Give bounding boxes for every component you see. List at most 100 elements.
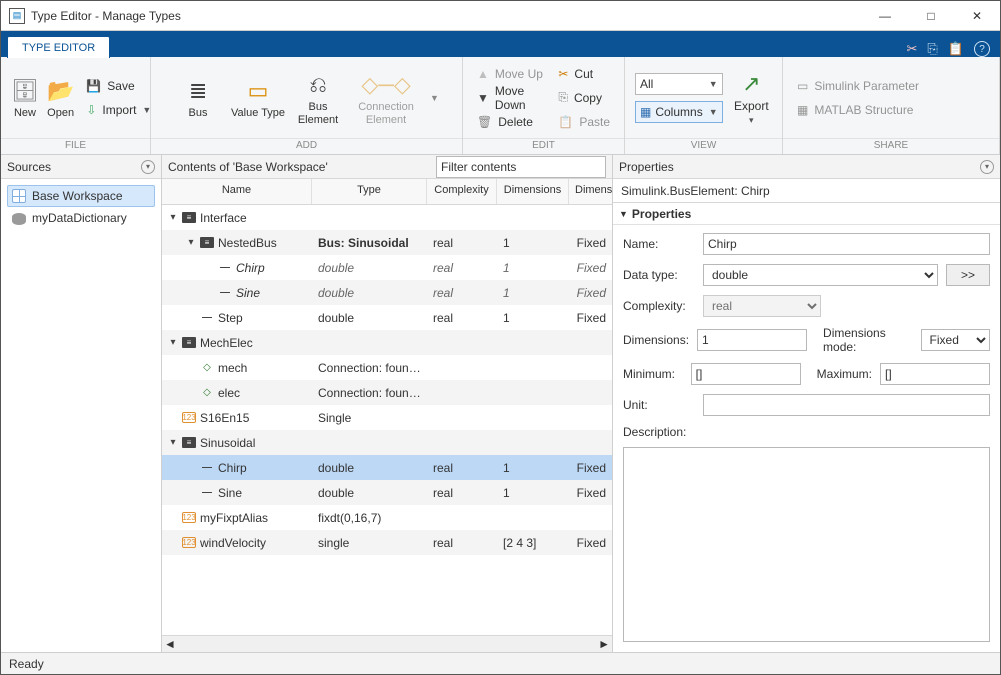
- complexity-select[interactable]: real: [703, 295, 821, 317]
- table-row[interactable]: 123myFixptAliasfixdt(0,16,7): [162, 505, 612, 530]
- title-bar: ▤ Type Editor - Manage Types — □ ✕: [1, 1, 1000, 31]
- collapse-icon[interactable]: ▾: [141, 160, 155, 174]
- toggle-icon[interactable]: ▾: [168, 337, 178, 348]
- conn-icon: ◇: [200, 387, 214, 398]
- ribbon-tab-strip: TYPE EDITOR ✂ ⎘ 📋 ?: [1, 31, 1000, 57]
- col-type[interactable]: Type: [312, 179, 427, 204]
- table-row[interactable]: —Stepdoublereal1Fixed: [162, 305, 612, 330]
- triangle-down-icon: ▼: [619, 209, 628, 219]
- collapse-icon[interactable]: ▾: [980, 160, 994, 174]
- row-name: MechElec: [200, 336, 253, 350]
- toggle-icon[interactable]: ▾: [168, 212, 178, 223]
- open-label: Open: [47, 107, 74, 120]
- move-down-button[interactable]: ▼Move Down: [473, 87, 550, 109]
- paste-icon[interactable]: 📋: [948, 41, 964, 57]
- filter-input[interactable]: Filter contents: [436, 156, 606, 178]
- description-textarea[interactable]: [623, 447, 990, 642]
- row-dim-mode: Fixed: [569, 536, 612, 550]
- arrow-down-icon: ▼: [477, 91, 489, 105]
- bus-button[interactable]: ≣ Bus: [170, 65, 226, 131]
- table-row[interactable]: ◇elecConnection: foun…: [162, 380, 612, 405]
- leaf-icon: —: [200, 487, 214, 498]
- leaf-icon: —: [218, 287, 232, 298]
- col-complexity[interactable]: Complexity: [427, 179, 497, 204]
- table-row[interactable]: —Sinedoublereal1Fixed: [162, 480, 612, 505]
- properties-section-header[interactable]: ▼ Properties: [613, 203, 1000, 225]
- arrow-up-icon: ▲: [477, 67, 489, 81]
- datatype-select[interactable]: double: [703, 264, 938, 286]
- quick-access-toolbar: ✂ ⎘ 📋 ?: [907, 41, 1001, 57]
- bus-element-button[interactable]: ⎌ Bus Element: [290, 65, 346, 131]
- table-row[interactable]: 123windVelocitysinglereal[2 4 3]Fixed: [162, 530, 612, 555]
- name-field[interactable]: [703, 233, 990, 255]
- group-label: VIEW: [625, 138, 782, 154]
- row-dim-mode: Fixed: [569, 486, 612, 500]
- group-add: ≣ Bus ▭ Value Type ⎌ Bus Element ◇─◇ Con…: [151, 57, 463, 154]
- dim-mode-select[interactable]: Fixed: [921, 329, 990, 351]
- table-body: ▾≡Interface▾≡NestedBusBus: Sinusoidalrea…: [162, 205, 612, 635]
- table-row[interactable]: ◇mechConnection: foun…: [162, 355, 612, 380]
- tab-type-editor[interactable]: TYPE EDITOR: [7, 36, 110, 58]
- leaf-icon: —: [218, 262, 232, 273]
- row-dimensions: [2 4 3]: [497, 536, 569, 550]
- row-type: Connection: foun…: [312, 361, 427, 375]
- export-icon: ↗: [742, 68, 760, 100]
- row-complexity: real: [427, 286, 497, 300]
- open-button[interactable]: 📂 Open: [47, 65, 74, 131]
- new-button[interactable]: 🗄 New: [11, 65, 39, 131]
- properties-header: Properties ▾: [613, 155, 1000, 179]
- cut-icon[interactable]: ✂: [907, 41, 918, 57]
- export-button[interactable]: ↗ Export ▾: [731, 65, 772, 131]
- toggle-icon[interactable]: ▾: [186, 237, 196, 248]
- unit-field[interactable]: [703, 394, 990, 416]
- copy-icon[interactable]: ⎘: [927, 41, 937, 57]
- row-dimensions: 1: [497, 286, 569, 300]
- connection-element-label: Connection Element: [350, 101, 422, 127]
- group-file: 🗄 New 📂 Open 💾 Save ⇩ Import ▼ FILE: [1, 57, 151, 154]
- add-more-icon[interactable]: ▼: [426, 93, 443, 103]
- import-button[interactable]: ⇩ Import ▼: [82, 99, 155, 121]
- table-row[interactable]: 123S16En15Single: [162, 405, 612, 430]
- source-item[interactable]: Base Workspace: [7, 185, 155, 207]
- save-label: Save: [107, 79, 134, 93]
- sources-title: Sources: [7, 160, 51, 174]
- help-icon[interactable]: ?: [974, 41, 990, 57]
- datatype-assist-button[interactable]: >>: [946, 264, 990, 286]
- copy-button[interactable]: ⎘Copy: [554, 87, 614, 109]
- col-dimensions[interactable]: Dimensions: [497, 179, 569, 204]
- group-label: ADD: [151, 138, 462, 154]
- dimensions-field[interactable]: [697, 329, 807, 351]
- row-dimensions: 1: [497, 311, 569, 325]
- new-label: New: [14, 107, 36, 120]
- bus-label: Bus: [189, 107, 208, 120]
- max-label: Maximum:: [817, 367, 872, 381]
- source-item[interactable]: myDataDictionary: [7, 207, 155, 229]
- table-row[interactable]: —Chirpdoublereal1Fixed: [162, 255, 612, 280]
- status-bar: Ready: [1, 652, 1000, 674]
- minimize-button[interactable]: —: [862, 1, 908, 31]
- table-row[interactable]: —Chirpdoublereal1Fixed: [162, 455, 612, 480]
- paste-icon: 📋: [558, 115, 573, 129]
- row-dim-mode: Fixed: [569, 236, 612, 250]
- toggle-icon[interactable]: ▾: [168, 437, 178, 448]
- table-row[interactable]: ▾≡NestedBusBus: Sinusoidalreal1Fixed: [162, 230, 612, 255]
- row-type: double: [312, 261, 427, 275]
- horizontal-scrollbar[interactable]: ◄►: [162, 635, 612, 652]
- app-icon: ▤: [9, 8, 25, 24]
- delete-button[interactable]: 🗑Delete: [473, 111, 550, 133]
- min-field[interactable]: [691, 363, 801, 385]
- table-row[interactable]: ▾≡Interface: [162, 205, 612, 230]
- col-name[interactable]: Name: [162, 179, 312, 204]
- contents-title: Contents of 'Base Workspace': [168, 160, 328, 174]
- max-field[interactable]: [880, 363, 990, 385]
- columns-combo[interactable]: ▦Columns▼: [635, 101, 723, 123]
- table-row[interactable]: —Sinedoublereal1Fixed: [162, 280, 612, 305]
- maximize-button[interactable]: □: [908, 1, 954, 31]
- table-row[interactable]: ▾≡MechElec: [162, 330, 612, 355]
- table-row[interactable]: ▾≡Sinusoidal: [162, 430, 612, 455]
- filter-combo[interactable]: All▼: [635, 73, 723, 95]
- close-button[interactable]: ✕: [954, 1, 1000, 31]
- cut-button[interactable]: ✂Cut: [554, 63, 614, 85]
- value-type-button[interactable]: ▭ Value Type: [230, 65, 286, 131]
- save-button[interactable]: 💾 Save: [82, 75, 155, 97]
